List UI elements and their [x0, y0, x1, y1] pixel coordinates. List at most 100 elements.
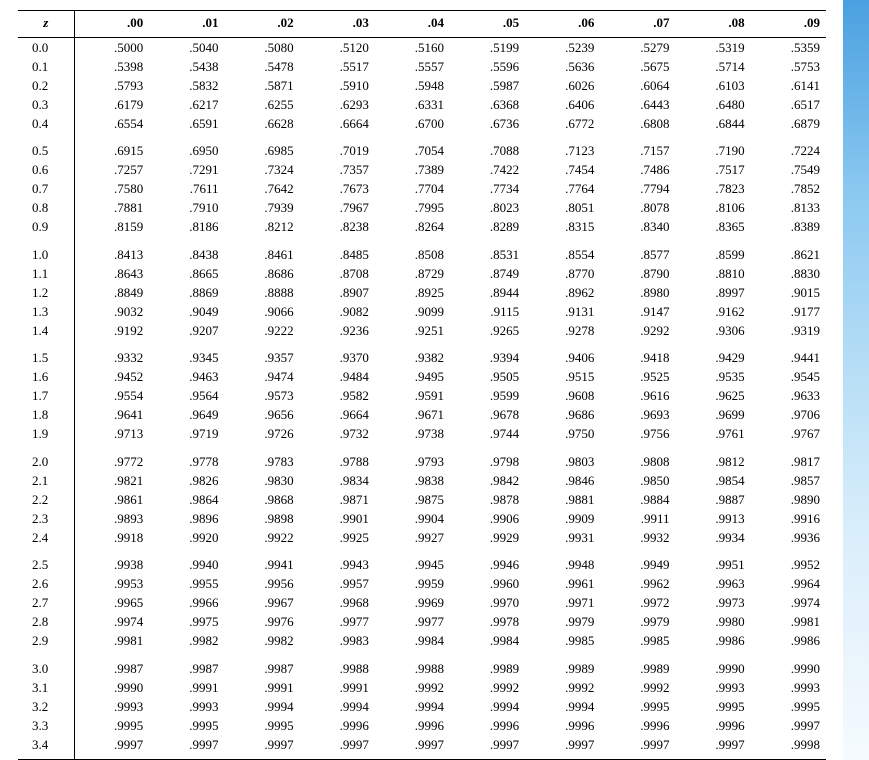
value-cell: .9993 — [149, 697, 224, 716]
value-cell: .9719 — [149, 425, 224, 444]
value-cell: .9997 — [224, 735, 299, 759]
row-label: 0.6 — [18, 161, 74, 180]
table-row: 1.0.8413.8438.8461.8485.8508.8531.8554.8… — [18, 237, 826, 265]
value-cell: .5319 — [676, 38, 751, 58]
value-cell: .9686 — [525, 406, 600, 425]
value-cell: .9726 — [224, 425, 299, 444]
value-cell: .9767 — [751, 425, 826, 444]
value-cell: .9992 — [525, 678, 600, 697]
value-cell: .7357 — [300, 161, 375, 180]
value-cell: .9955 — [149, 575, 224, 594]
value-cell: .9890 — [751, 490, 826, 509]
value-cell: .9633 — [751, 387, 826, 406]
value-cell: .8238 — [300, 218, 375, 237]
value-cell: .9948 — [525, 547, 600, 575]
value-cell: .5279 — [600, 38, 675, 58]
value-cell: .8749 — [450, 264, 525, 283]
value-cell: .8708 — [300, 264, 375, 283]
value-cell: .9987 — [224, 651, 299, 679]
value-cell: .9671 — [375, 406, 450, 425]
value-cell: .9988 — [300, 651, 375, 679]
row-label: 1.5 — [18, 340, 74, 368]
value-cell: .8212 — [224, 218, 299, 237]
value-cell: .9649 — [149, 406, 224, 425]
value-cell: .9177 — [751, 302, 826, 321]
value-cell: .9983 — [300, 632, 375, 651]
value-cell: .9750 — [525, 425, 600, 444]
value-cell: .8485 — [300, 237, 375, 265]
value-cell: .5239 — [525, 38, 600, 58]
value-cell: .9861 — [74, 490, 149, 509]
value-cell: .6915 — [74, 133, 149, 161]
row-label: 1.2 — [18, 283, 74, 302]
value-cell: .9591 — [375, 387, 450, 406]
value-cell: .6700 — [375, 114, 450, 133]
value-cell: .9969 — [375, 594, 450, 613]
value-cell: .9968 — [300, 594, 375, 613]
value-cell: .9994 — [375, 697, 450, 716]
value-cell: .8186 — [149, 218, 224, 237]
value-cell: .9370 — [300, 340, 375, 368]
row-label: 0.2 — [18, 76, 74, 95]
value-cell: .9834 — [300, 471, 375, 490]
value-cell: .9991 — [300, 678, 375, 697]
value-cell: .9996 — [375, 716, 450, 735]
value-cell: .9744 — [450, 425, 525, 444]
value-cell: .6772 — [525, 114, 600, 133]
value-cell: .9951 — [676, 547, 751, 575]
value-cell: .7389 — [375, 161, 450, 180]
row-label: 3.0 — [18, 651, 74, 679]
value-cell: .9893 — [74, 509, 149, 528]
row-label: 1.1 — [18, 264, 74, 283]
value-cell: .9990 — [676, 651, 751, 679]
value-cell: .5080 — [224, 38, 299, 58]
value-cell: .9963 — [676, 575, 751, 594]
value-cell: .9977 — [375, 613, 450, 632]
row-label: 1.0 — [18, 237, 74, 265]
value-cell: .9251 — [375, 321, 450, 340]
value-cell: .9961 — [525, 575, 600, 594]
col-header: .01 — [149, 11, 224, 38]
value-cell: .6985 — [224, 133, 299, 161]
value-cell: .8729 — [375, 264, 450, 283]
table-row: 0.2.5793.5832.5871.5910.5948.5987.6026.6… — [18, 76, 826, 95]
col-header: .04 — [375, 11, 450, 38]
value-cell: .9881 — [525, 490, 600, 509]
table-row: 2.8.9974.9975.9976.9977.9977.9978.9979.9… — [18, 613, 826, 632]
value-cell: .9964 — [751, 575, 826, 594]
row-label: 2.3 — [18, 509, 74, 528]
table-row: 2.1.9821.9826.9830.9834.9838.9842.9846.9… — [18, 471, 826, 490]
value-cell: .9573 — [224, 387, 299, 406]
value-cell: .6950 — [149, 133, 224, 161]
value-cell: .9842 — [450, 471, 525, 490]
value-cell: .6443 — [600, 95, 675, 114]
value-cell: .8643 — [74, 264, 149, 283]
value-cell: .8810 — [676, 264, 751, 283]
value-cell: .5517 — [300, 57, 375, 76]
value-cell: .6141 — [751, 76, 826, 95]
value-cell: .8962 — [525, 283, 600, 302]
value-cell: .7549 — [751, 161, 826, 180]
value-cell: .5557 — [375, 57, 450, 76]
value-cell: .9978 — [450, 613, 525, 632]
value-cell: .9292 — [600, 321, 675, 340]
value-cell: .9985 — [600, 632, 675, 651]
value-cell: .9931 — [525, 528, 600, 547]
value-cell: .8599 — [676, 237, 751, 265]
value-cell: .6808 — [600, 114, 675, 133]
value-cell: .9418 — [600, 340, 675, 368]
value-cell: .9817 — [751, 444, 826, 472]
value-cell: .9382 — [375, 340, 450, 368]
value-cell: .9945 — [375, 547, 450, 575]
value-cell: .9993 — [74, 697, 149, 716]
value-cell: .8413 — [74, 237, 149, 265]
value-cell: .9922 — [224, 528, 299, 547]
value-cell: .6217 — [149, 95, 224, 114]
value-cell: .9936 — [751, 528, 826, 547]
table-header-row: z.00.01.02.03.04.05.06.07.08.09 — [18, 11, 826, 38]
value-cell: .5000 — [74, 38, 149, 58]
value-cell: .8340 — [600, 218, 675, 237]
table-row: 0.3.6179.6217.6255.6293.6331.6368.6406.6… — [18, 95, 826, 114]
value-cell: .9986 — [751, 632, 826, 651]
value-cell: .9706 — [751, 406, 826, 425]
